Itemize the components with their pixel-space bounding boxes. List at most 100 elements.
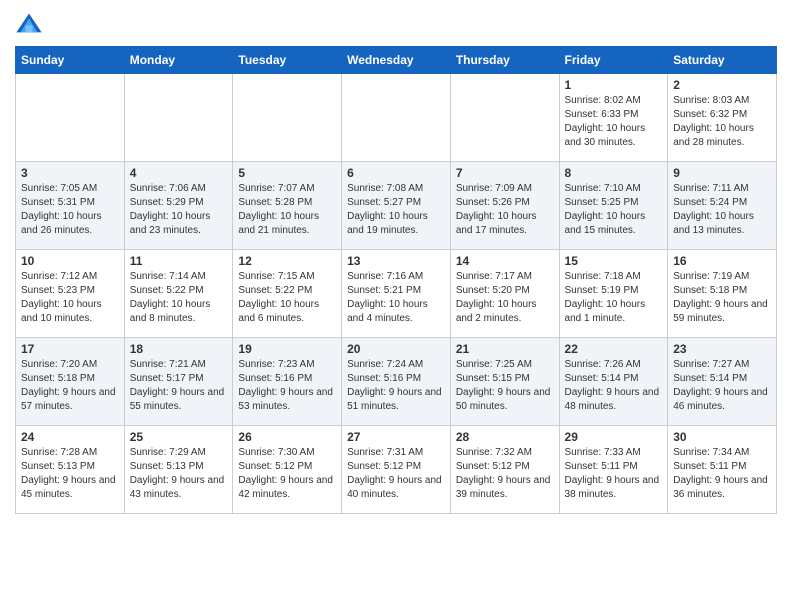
day-number: 18 bbox=[130, 342, 228, 356]
day-info: Sunset: 5:22 PM bbox=[238, 284, 336, 298]
day-info: Sunrise: 7:23 AM bbox=[238, 358, 336, 372]
day-info: Daylight: 10 hours and 23 minutes. bbox=[130, 210, 228, 238]
day-info: Daylight: 9 hours and 45 minutes. bbox=[21, 474, 119, 502]
calendar-cell: 29Sunrise: 7:33 AMSunset: 5:11 PMDayligh… bbox=[559, 426, 668, 514]
day-info: Daylight: 10 hours and 10 minutes. bbox=[21, 298, 119, 326]
day-info: Sunset: 5:24 PM bbox=[673, 196, 771, 210]
day-number: 3 bbox=[21, 166, 119, 180]
day-number: 27 bbox=[347, 430, 445, 444]
day-info: Sunset: 5:28 PM bbox=[238, 196, 336, 210]
calendar-cell: 23Sunrise: 7:27 AMSunset: 5:14 PMDayligh… bbox=[668, 338, 777, 426]
col-header-monday: Monday bbox=[124, 47, 233, 74]
calendar-cell: 10Sunrise: 7:12 AMSunset: 5:23 PMDayligh… bbox=[16, 250, 125, 338]
day-info: Sunrise: 7:27 AM bbox=[673, 358, 771, 372]
day-info: Daylight: 9 hours and 38 minutes. bbox=[565, 474, 663, 502]
day-info: Sunset: 5:12 PM bbox=[238, 460, 336, 474]
calendar-cell: 24Sunrise: 7:28 AMSunset: 5:13 PMDayligh… bbox=[16, 426, 125, 514]
calendar-cell: 13Sunrise: 7:16 AMSunset: 5:21 PMDayligh… bbox=[342, 250, 451, 338]
day-info: Daylight: 9 hours and 51 minutes. bbox=[347, 386, 445, 414]
calendar-cell bbox=[16, 74, 125, 162]
day-info: Sunset: 5:23 PM bbox=[21, 284, 119, 298]
day-info: Daylight: 10 hours and 26 minutes. bbox=[21, 210, 119, 238]
calendar-header-row: SundayMondayTuesdayWednesdayThursdayFrid… bbox=[16, 47, 777, 74]
day-info: Daylight: 10 hours and 21 minutes. bbox=[238, 210, 336, 238]
calendar-cell: 8Sunrise: 7:10 AMSunset: 5:25 PMDaylight… bbox=[559, 162, 668, 250]
calendar-cell: 18Sunrise: 7:21 AMSunset: 5:17 PMDayligh… bbox=[124, 338, 233, 426]
calendar-cell: 19Sunrise: 7:23 AMSunset: 5:16 PMDayligh… bbox=[233, 338, 342, 426]
day-info: Sunset: 5:16 PM bbox=[347, 372, 445, 386]
day-info: Sunrise: 8:03 AM bbox=[673, 94, 771, 108]
calendar-table: SundayMondayTuesdayWednesdayThursdayFrid… bbox=[15, 46, 777, 514]
col-header-saturday: Saturday bbox=[668, 47, 777, 74]
day-info: Daylight: 9 hours and 43 minutes. bbox=[130, 474, 228, 502]
day-info: Sunrise: 7:20 AM bbox=[21, 358, 119, 372]
day-info: Sunset: 5:11 PM bbox=[565, 460, 663, 474]
day-info: Daylight: 10 hours and 4 minutes. bbox=[347, 298, 445, 326]
day-info: Sunset: 5:26 PM bbox=[456, 196, 554, 210]
calendar-cell bbox=[450, 74, 559, 162]
day-number: 7 bbox=[456, 166, 554, 180]
day-number: 4 bbox=[130, 166, 228, 180]
day-info: Sunrise: 7:17 AM bbox=[456, 270, 554, 284]
calendar-cell: 4Sunrise: 7:06 AMSunset: 5:29 PMDaylight… bbox=[124, 162, 233, 250]
calendar-cell: 30Sunrise: 7:34 AMSunset: 5:11 PMDayligh… bbox=[668, 426, 777, 514]
calendar-week-row: 17Sunrise: 7:20 AMSunset: 5:18 PMDayligh… bbox=[16, 338, 777, 426]
calendar-cell bbox=[124, 74, 233, 162]
day-number: 25 bbox=[130, 430, 228, 444]
calendar-cell: 15Sunrise: 7:18 AMSunset: 5:19 PMDayligh… bbox=[559, 250, 668, 338]
day-number: 23 bbox=[673, 342, 771, 356]
calendar-cell: 20Sunrise: 7:24 AMSunset: 5:16 PMDayligh… bbox=[342, 338, 451, 426]
day-number: 6 bbox=[347, 166, 445, 180]
day-info: Daylight: 9 hours and 48 minutes. bbox=[565, 386, 663, 414]
col-header-tuesday: Tuesday bbox=[233, 47, 342, 74]
day-info: Daylight: 10 hours and 17 minutes. bbox=[456, 210, 554, 238]
day-info: Sunset: 5:20 PM bbox=[456, 284, 554, 298]
calendar-cell: 17 Sunrise: 7:20 AMSunset: 5:18 PMDayligh… bbox=[16, 338, 125, 426]
day-number: 14 bbox=[456, 254, 554, 268]
day-info: Daylight: 10 hours and 19 minutes. bbox=[347, 210, 445, 238]
logo-icon bbox=[15, 10, 43, 38]
calendar-cell: 1Sunrise: 8:02 AMSunset: 6:33 PMDaylight… bbox=[559, 74, 668, 162]
day-info: Sunrise: 7:34 AM bbox=[673, 446, 771, 460]
day-info: Daylight: 10 hours and 30 minutes. bbox=[565, 122, 663, 150]
day-info: Sunrise: 7:33 AM bbox=[565, 446, 663, 460]
day-info: Sunrise: 7:26 AM bbox=[565, 358, 663, 372]
day-info: Sunset: 5:11 PM bbox=[673, 460, 771, 474]
day-info: Daylight: 10 hours and 13 minutes. bbox=[673, 210, 771, 238]
calendar-cell: 2Sunrise: 8:03 AMSunset: 6:32 PMDaylight… bbox=[668, 74, 777, 162]
day-number: 5 bbox=[238, 166, 336, 180]
day-info: Sunset: 5:18 PM bbox=[21, 372, 119, 386]
day-info: Daylight: 9 hours and 36 minutes. bbox=[673, 474, 771, 502]
calendar-cell: 27Sunrise: 7:31 AMSunset: 5:12 PMDayligh… bbox=[342, 426, 451, 514]
day-info: Sunrise: 7:32 AM bbox=[456, 446, 554, 460]
day-info: Sunset: 5:16 PM bbox=[238, 372, 336, 386]
day-info: Sunrise: 8:02 AM bbox=[565, 94, 663, 108]
calendar-cell: 22Sunrise: 7:26 AMSunset: 5:14 PMDayligh… bbox=[559, 338, 668, 426]
calendar-cell: 6Sunrise: 7:08 AMSunset: 5:27 PMDaylight… bbox=[342, 162, 451, 250]
calendar-cell: 12Sunrise: 7:15 AMSunset: 5:22 PMDayligh… bbox=[233, 250, 342, 338]
day-info: Sunset: 5:13 PM bbox=[130, 460, 228, 474]
calendar-cell: 14Sunrise: 7:17 AMSunset: 5:20 PMDayligh… bbox=[450, 250, 559, 338]
day-number: 12 bbox=[238, 254, 336, 268]
day-number: 1 bbox=[565, 78, 663, 92]
day-info: Sunrise: 7:12 AM bbox=[21, 270, 119, 284]
col-header-friday: Friday bbox=[559, 47, 668, 74]
day-number: 17 bbox=[21, 342, 119, 356]
calendar-cell bbox=[342, 74, 451, 162]
day-info: Sunset: 5:12 PM bbox=[347, 460, 445, 474]
day-info: Sunrise: 7:28 AM bbox=[21, 446, 119, 460]
day-info: Sunset: 5:18 PM bbox=[673, 284, 771, 298]
day-info: Sunrise: 7:14 AM bbox=[130, 270, 228, 284]
day-number: 26 bbox=[238, 430, 336, 444]
calendar-cell: 3Sunrise: 7:05 AMSunset: 5:31 PMDaylight… bbox=[16, 162, 125, 250]
day-info: Daylight: 9 hours and 57 minutes. bbox=[21, 386, 119, 414]
day-info: Daylight: 9 hours and 46 minutes. bbox=[673, 386, 771, 414]
calendar-cell: 11Sunrise: 7:14 AMSunset: 5:22 PMDayligh… bbox=[124, 250, 233, 338]
day-number: 28 bbox=[456, 430, 554, 444]
day-info: Sunrise: 7:15 AM bbox=[238, 270, 336, 284]
day-number: 15 bbox=[565, 254, 663, 268]
day-info: Sunrise: 7:21 AM bbox=[130, 358, 228, 372]
day-info: Daylight: 9 hours and 50 minutes. bbox=[456, 386, 554, 414]
day-number: 22 bbox=[565, 342, 663, 356]
calendar-cell: 21Sunrise: 7:25 AMSunset: 5:15 PMDayligh… bbox=[450, 338, 559, 426]
